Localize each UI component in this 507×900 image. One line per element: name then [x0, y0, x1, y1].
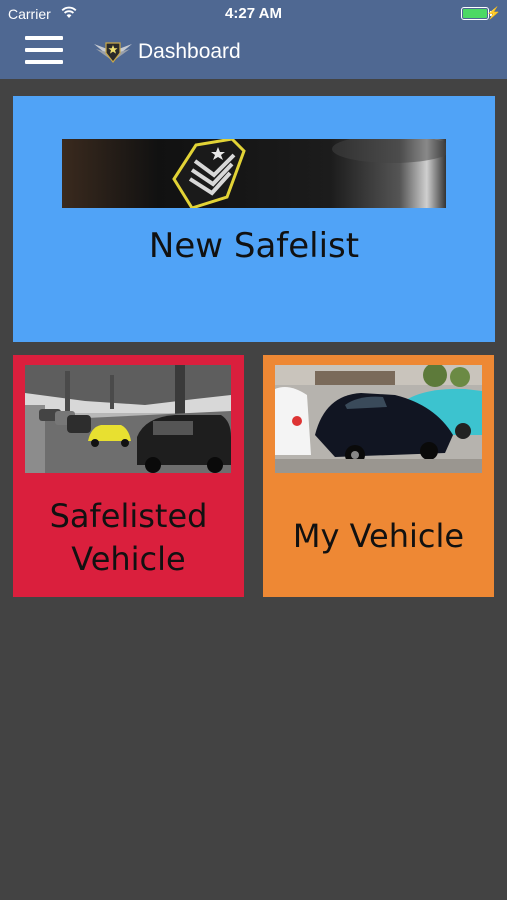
charging-bolt-icon: ⚡ — [486, 6, 501, 20]
parked-cars-street-photo — [25, 365, 231, 473]
battery-icon — [461, 7, 492, 20]
battery-fill — [463, 9, 487, 18]
sergeant-chevron-badge-photo — [62, 139, 446, 208]
my-vehicle-tile[interactable]: My Vehicle — [263, 355, 494, 597]
safelisted-vehicle-label-line2: Vehicle — [71, 540, 186, 578]
safelisted-vehicle-label: Safelisted Vehicle — [13, 495, 244, 581]
safelisted-vehicle-tile[interactable]: Safelisted Vehicle — [13, 355, 244, 597]
nav-bar: Dashboard — [0, 28, 507, 79]
winged-badge-logo-icon — [94, 42, 132, 63]
nav-title: Dashboard — [138, 40, 241, 63]
new-safelist-tile[interactable]: New Safelist — [13, 96, 495, 342]
my-vehicle-label: My Vehicle — [292, 517, 465, 555]
clock: 4:27 AM — [225, 5, 282, 22]
status-bar: Carrier 4:27 AM ⚡ — [0, 0, 507, 28]
new-safelist-label: New Safelist — [148, 226, 360, 266]
classic-corvette-car-show-photo — [275, 365, 482, 473]
hamburger-menu-icon[interactable] — [25, 34, 63, 66]
safelisted-vehicle-label-line1: Safelisted — [49, 497, 208, 535]
top-bar: Carrier 4:27 AM ⚡ Dashboard — [0, 0, 507, 79]
